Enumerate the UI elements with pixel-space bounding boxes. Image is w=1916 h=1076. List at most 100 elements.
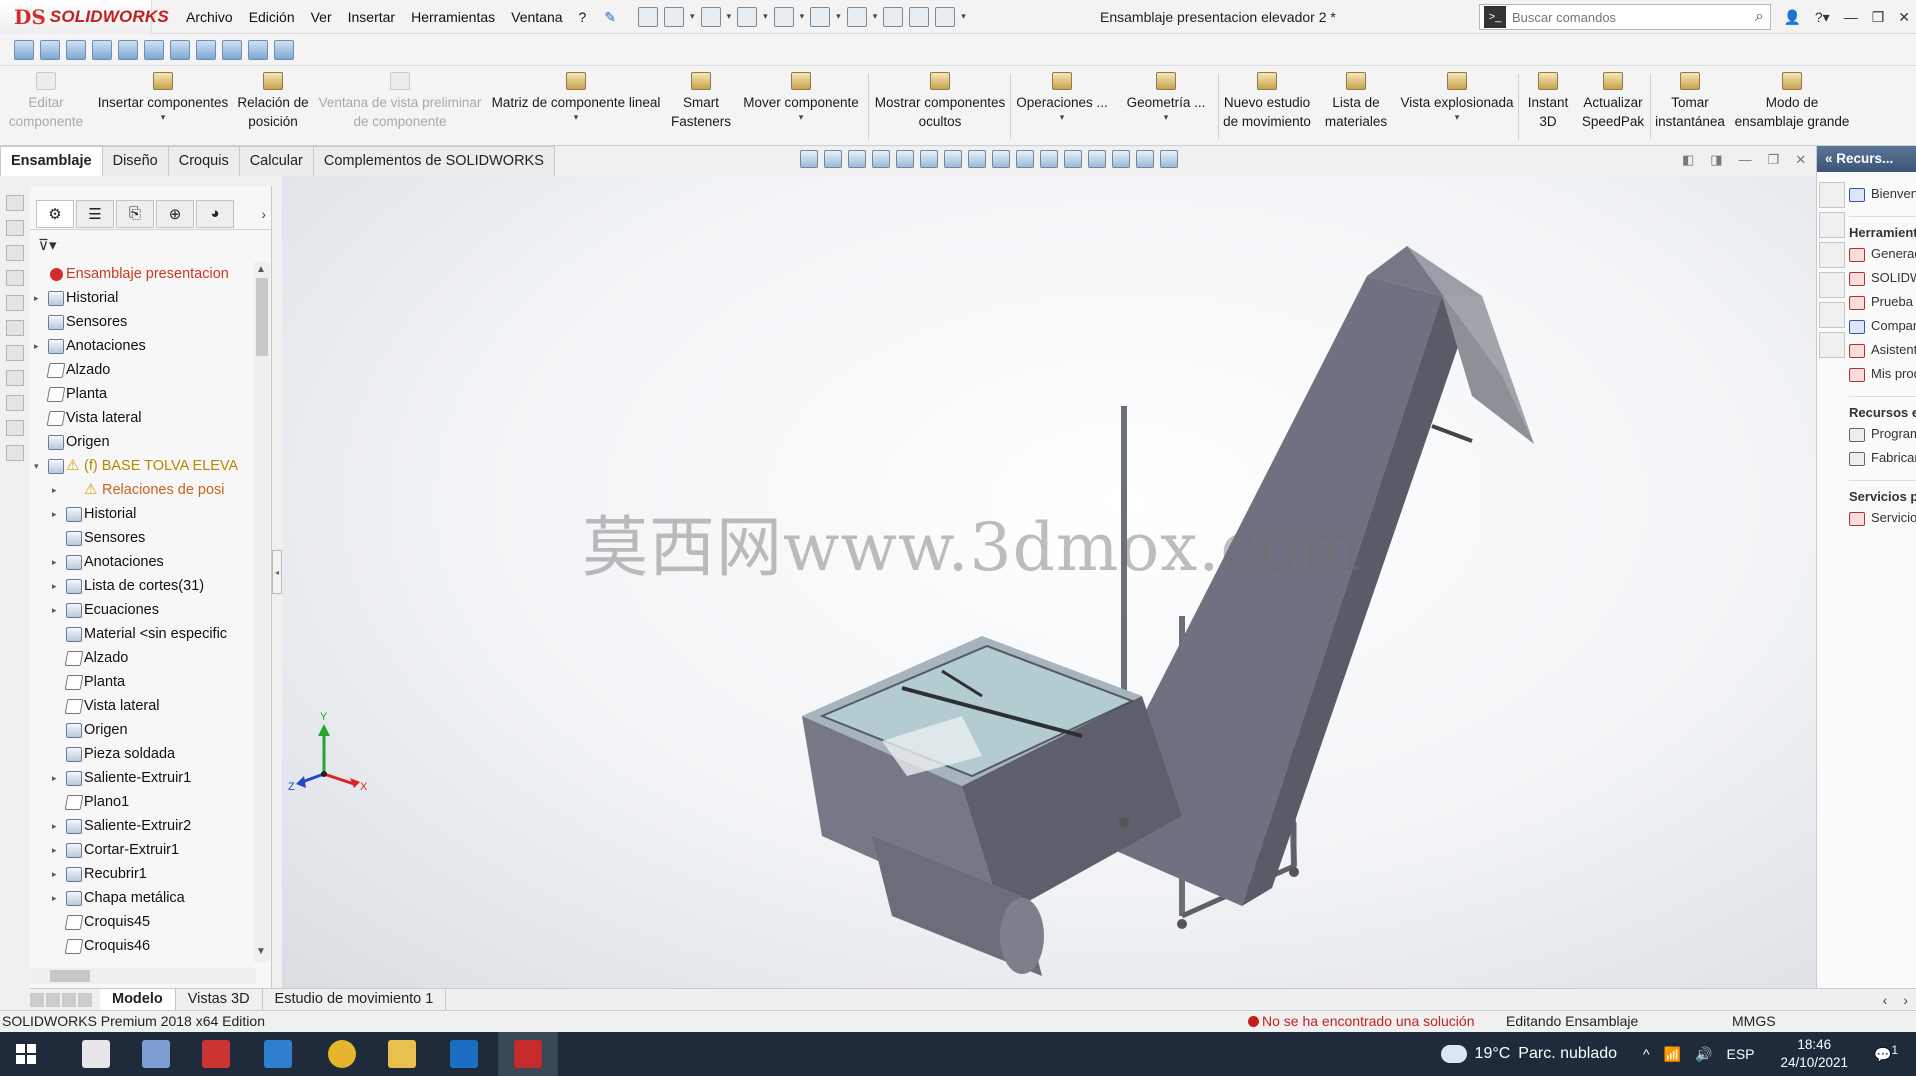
tile-left-icon[interactable]: ◧ xyxy=(1682,152,1694,168)
scroll-down-icon[interactable]: ▼ xyxy=(256,946,266,957)
tab-motion-study[interactable]: Estudio de movimiento 1 xyxy=(263,989,447,1010)
tree-item[interactable]: ▸ Historial xyxy=(30,286,252,310)
pan-icon[interactable] xyxy=(944,150,962,168)
home-icon[interactable] xyxy=(1819,182,1845,208)
display-pane-icon[interactable] xyxy=(1160,150,1178,168)
sketch-pencil-icon[interactable] xyxy=(274,39,294,60)
tree-item[interactable]: Planta xyxy=(30,670,252,694)
property-manager-tab-icon[interactable]: ☰ xyxy=(76,199,114,228)
dropdown-arrow-icon[interactable]: ▾ xyxy=(736,112,866,122)
solidworks-taskbar-icon[interactable] xyxy=(514,1040,542,1068)
network-icon[interactable]: 📶 xyxy=(1664,1046,1681,1063)
tree-item[interactable]: Pieza soldada xyxy=(30,742,252,766)
file-properties-icon[interactable] xyxy=(909,6,930,27)
tree-item[interactable]: ▸ ⚠ Relaciones de posi xyxy=(30,478,252,502)
anchor-icon[interactable] xyxy=(14,39,34,60)
command-prompt-icon[interactable]: >_ xyxy=(1484,6,1506,28)
scroll-up-icon[interactable]: ▲ xyxy=(256,264,266,275)
take-snapshot-button[interactable]: Tomar instantánea xyxy=(1652,72,1728,131)
tree-vertical-scrollbar[interactable]: ▲ ▼ xyxy=(254,262,270,962)
services-item[interactable]: Servicios por suscripción xyxy=(1847,510,1916,526)
tool-icon[interactable] xyxy=(6,320,24,336)
tree-item[interactable]: ▸ Chapa metálica xyxy=(30,886,252,910)
menu-ventana[interactable]: Ventana xyxy=(503,0,570,34)
file-explorer-icon[interactable] xyxy=(388,1040,416,1068)
tree-item[interactable]: ▾ ⚠ (f) BASE TOLVA ELEVA xyxy=(30,454,252,478)
view-right-icon[interactable] xyxy=(118,39,138,60)
welcome-link[interactable]: Bienvenido a SOLIDWORKS xyxy=(1847,186,1916,202)
tab-calcular[interactable]: Calcular xyxy=(238,146,314,176)
rebuild-error-status[interactable]: No se ha encontrado una solución xyxy=(1248,1011,1474,1032)
tool-icon[interactable] xyxy=(6,245,24,261)
realview-icon[interactable] xyxy=(1136,150,1154,168)
expand-arrow-icon[interactable]: ▸ xyxy=(52,862,57,886)
app-icon[interactable] xyxy=(450,1040,478,1068)
prev-tab-icon[interactable] xyxy=(46,992,60,1007)
filter-icon[interactable]: ⊽▾ xyxy=(38,236,57,254)
restore-icon[interactable]: ❐ xyxy=(1872,9,1885,26)
exploded-view-button[interactable]: Vista explosionada ▾ xyxy=(1398,72,1516,122)
rotate-icon[interactable] xyxy=(920,150,938,168)
configuration-manager-tab-icon[interactable]: ⎘ xyxy=(116,199,154,228)
tree-item[interactable]: Origen xyxy=(30,430,252,454)
windows-start-icon[interactable] xyxy=(16,1044,36,1064)
tool-icon[interactable] xyxy=(6,445,24,461)
expand-arrow-icon[interactable]: ▸ xyxy=(34,286,39,310)
viewport-close-icon[interactable]: ✕ xyxy=(1795,152,1806,168)
language-indicator[interactable]: ESP xyxy=(1726,1046,1754,1062)
dropdown-arrow-icon[interactable]: ▾ xyxy=(1116,112,1216,122)
tools-item[interactable]: Comparar xyxy=(1847,318,1916,334)
help-icon[interactable]: ?▾ xyxy=(1815,9,1830,26)
clock[interactable]: 18:46 24/10/2021 xyxy=(1781,1036,1849,1072)
select-icon[interactable] xyxy=(846,6,867,27)
dimxpert-tab-icon[interactable]: ⊕ xyxy=(156,199,194,228)
display-manager-tab-icon[interactable]: ◕ xyxy=(196,199,234,228)
menu-edicion[interactable]: Edición xyxy=(241,0,303,34)
bill-of-materials-button[interactable]: Lista de materiales xyxy=(1318,72,1394,131)
tab-vistas-3d[interactable]: Vistas 3D xyxy=(176,989,263,1010)
tab-navigation-arrows[interactable] xyxy=(30,992,92,1007)
minimize-icon[interactable]: — xyxy=(1844,9,1858,25)
task-view-icon[interactable] xyxy=(82,1040,110,1068)
view-isometric-icon[interactable] xyxy=(196,39,216,60)
pin-icon[interactable]: ✎ xyxy=(594,0,626,34)
last-tab-icon[interactable] xyxy=(78,992,92,1007)
units-selector[interactable]: MMGS xyxy=(1732,1011,1776,1032)
assembly-features-button[interactable]: Operaciones ... ▾ xyxy=(1014,72,1110,122)
first-tab-icon[interactable] xyxy=(30,992,44,1007)
mail-icon[interactable] xyxy=(264,1040,292,1068)
user-icon[interactable]: 👤 xyxy=(1783,9,1800,26)
tree-horizontal-scrollbar[interactable] xyxy=(30,968,256,984)
tree-item[interactable]: Vista lateral xyxy=(30,694,252,718)
section-view-icon[interactable] xyxy=(872,150,890,168)
tree-item[interactable]: Alzado xyxy=(30,646,252,670)
view-left-icon[interactable] xyxy=(92,39,112,60)
zoom-icon[interactable] xyxy=(968,150,986,168)
view-top-icon[interactable] xyxy=(144,39,164,60)
expand-arrow-icon[interactable]: ▸ xyxy=(52,502,57,526)
search-icon[interactable]: ⌕ xyxy=(1755,8,1764,26)
tree-item[interactable]: Alzado xyxy=(30,358,252,382)
options-gear-icon[interactable] xyxy=(935,6,956,27)
file-explorer-icon[interactable] xyxy=(1819,242,1845,268)
tree-item[interactable]: Plano1 xyxy=(30,790,252,814)
chevron-left-icon[interactable]: ‹ xyxy=(1883,989,1888,1011)
tree-item[interactable]: ▸ Ecuaciones xyxy=(30,598,252,622)
tool-icon[interactable] xyxy=(6,370,24,386)
dropdown-arrow-icon[interactable]: ▾ xyxy=(1014,112,1110,122)
dropdown-arrow-icon[interactable]: ▾ xyxy=(92,112,234,122)
tree-item[interactable]: ▸ Lista de cortes(31) xyxy=(30,574,252,598)
expand-arrow-icon[interactable]: ▸ xyxy=(52,814,57,838)
previous-view-icon[interactable] xyxy=(848,150,866,168)
print-icon[interactable] xyxy=(773,6,794,27)
chrome-icon[interactable] xyxy=(328,1040,356,1068)
expand-arrow-icon[interactable]: ▸ xyxy=(34,334,39,358)
tool-icon[interactable] xyxy=(6,395,24,411)
solidworks-logo[interactable]: DS SOLIDWORKS xyxy=(0,0,169,34)
custom-properties-icon[interactable] xyxy=(1819,332,1845,358)
view-back-icon[interactable] xyxy=(66,39,86,60)
tree-item[interactable]: ▸ Cortar-Extruir1 xyxy=(30,838,252,862)
traffic-light-icon[interactable] xyxy=(883,6,904,27)
tab-croquis[interactable]: Croquis xyxy=(167,146,240,176)
viewport-minimize-icon[interactable]: — xyxy=(1739,152,1752,168)
